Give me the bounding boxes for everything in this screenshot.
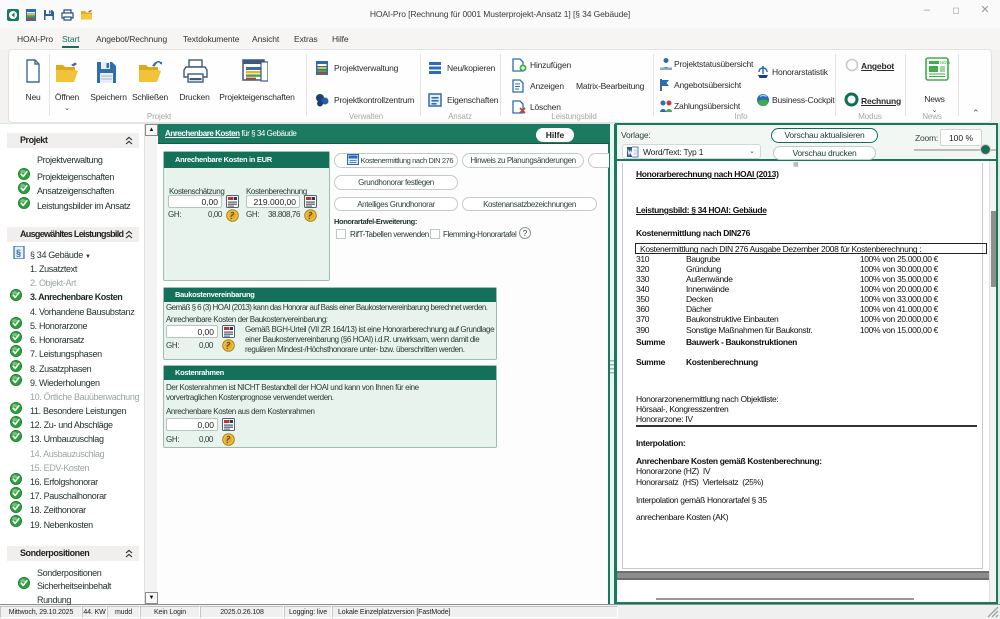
svg-text:§: §: [16, 248, 21, 258]
svg-text:NEWS: NEWS: [940, 60, 950, 65]
